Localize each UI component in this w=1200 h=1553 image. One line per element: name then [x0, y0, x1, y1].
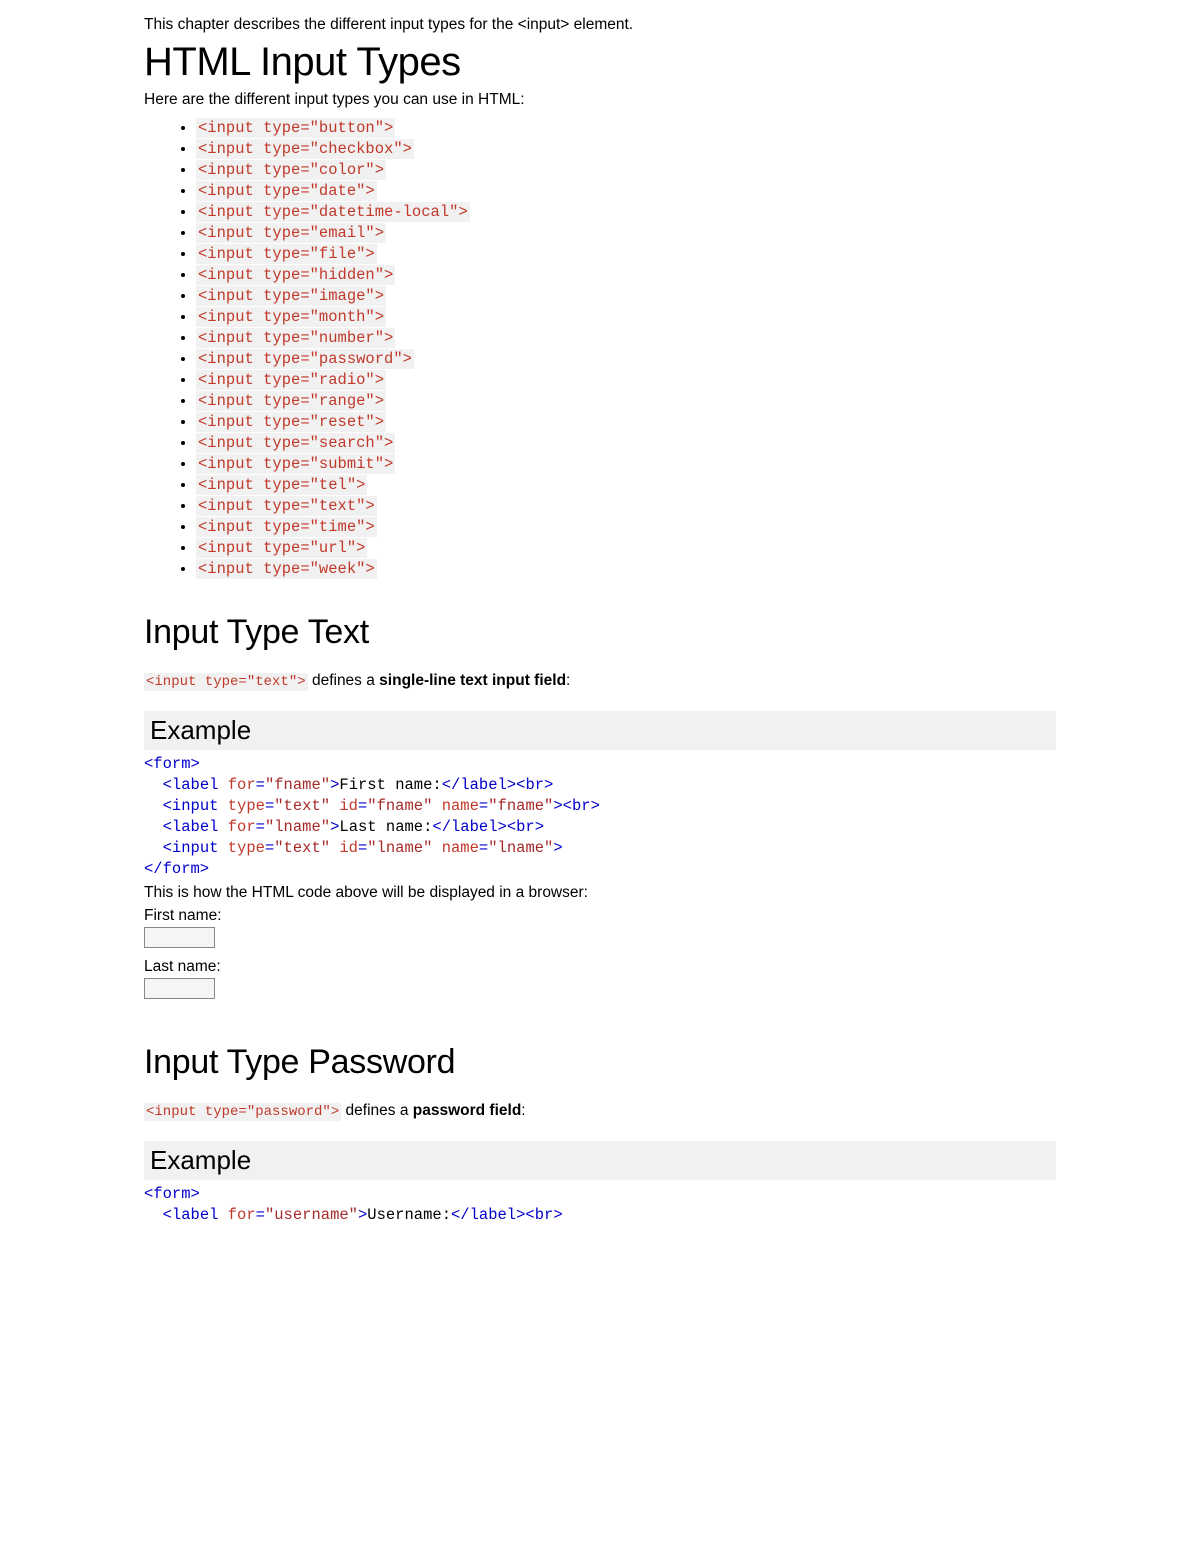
inline-code: <input type="date"> — [196, 181, 377, 201]
example-heading: Example — [144, 1141, 1056, 1180]
inline-code: <input type="hidden"> — [196, 265, 395, 285]
section-heading-text: Input Type Text — [144, 613, 1056, 652]
inline-code: <input type="number"> — [196, 328, 395, 348]
list-item: <input type="image"> — [196, 286, 1056, 306]
inline-code: <input type="password"> — [196, 349, 414, 369]
list-item: <input type="radio"> — [196, 370, 1056, 390]
example-heading: Example — [144, 711, 1056, 750]
code-block-text-example: <form> <label for="fname">First name:</l… — [144, 754, 1056, 880]
list-item: <input type="range"> — [196, 391, 1056, 411]
section-password-desc: <input type="password"> defines a passwo… — [144, 1100, 1056, 1123]
inline-code: <input type="url"> — [196, 538, 367, 558]
inline-code: <input type="password"> — [144, 1103, 341, 1121]
list-item: <input type="password"> — [196, 349, 1056, 369]
inline-code: <input type="tel"> — [196, 475, 367, 495]
inline-code: <input type="button"> — [196, 118, 395, 138]
browser-note: This is how the HTML code above will be … — [144, 882, 1056, 904]
inline-code: <input type="month"> — [196, 307, 386, 327]
rendered-form: First name: Last name: — [144, 907, 1056, 1009]
inline-code: <input type="file"> — [196, 244, 377, 264]
list-item: <input type="hidden"> — [196, 265, 1056, 285]
input-types-list: <input type="button"><input type="checkb… — [144, 118, 1056, 579]
last-name-input[interactable] — [144, 978, 215, 999]
inline-code: <input type="image"> — [196, 286, 386, 306]
list-item: <input type="date"> — [196, 181, 1056, 201]
list-item: <input type="week"> — [196, 559, 1056, 579]
list-item: <input type="month"> — [196, 307, 1056, 327]
list-item: <input type="reset"> — [196, 412, 1056, 432]
inline-code: <input type="week"> — [196, 559, 377, 579]
inline-code: <input type="checkbox"> — [196, 139, 414, 159]
section-text-desc: <input type="text"> defines a single-lin… — [144, 670, 1056, 693]
page-title: HTML Input Types — [144, 40, 1056, 85]
inline-code: <input type="reset"> — [196, 412, 386, 432]
code-block-password-example: <form> <label for="username">Username:</… — [144, 1184, 1056, 1226]
last-name-label: Last name: — [144, 958, 221, 975]
inline-code: <input type="text"> — [144, 673, 308, 691]
list-item: <input type="url"> — [196, 538, 1056, 558]
lead-text: Here are the different input types you c… — [144, 89, 1056, 111]
list-item: <input type="button"> — [196, 118, 1056, 138]
list-item: <input type="color"> — [196, 160, 1056, 180]
list-item: <input type="text"> — [196, 496, 1056, 516]
inline-code: <input type="search"> — [196, 433, 395, 453]
inline-code: <input type="submit"> — [196, 454, 395, 474]
list-item: <input type="datetime-local"> — [196, 202, 1056, 222]
list-item: <input type="file"> — [196, 244, 1056, 264]
list-item: <input type="tel"> — [196, 475, 1056, 495]
inline-code: <input type="range"> — [196, 391, 386, 411]
section-heading-password: Input Type Password — [144, 1043, 1056, 1082]
inline-code: <input type="radio"> — [196, 370, 386, 390]
list-item: <input type="submit"> — [196, 454, 1056, 474]
inline-code: <input type="time"> — [196, 517, 377, 537]
inline-code: <input type="datetime-local"> — [196, 202, 470, 222]
inline-code: <input type="color"> — [196, 160, 386, 180]
list-item: <input type="checkbox"> — [196, 139, 1056, 159]
list-item: <input type="search"> — [196, 433, 1056, 453]
inline-code: <input type="text"> — [196, 496, 377, 516]
intro-text: This chapter describes the different inp… — [144, 14, 1056, 36]
inline-code: <input type="email"> — [196, 223, 386, 243]
list-item: <input type="time"> — [196, 517, 1056, 537]
first-name-label: First name: — [144, 907, 222, 924]
first-name-input[interactable] — [144, 927, 215, 948]
list-item: <input type="number"> — [196, 328, 1056, 348]
list-item: <input type="email"> — [196, 223, 1056, 243]
